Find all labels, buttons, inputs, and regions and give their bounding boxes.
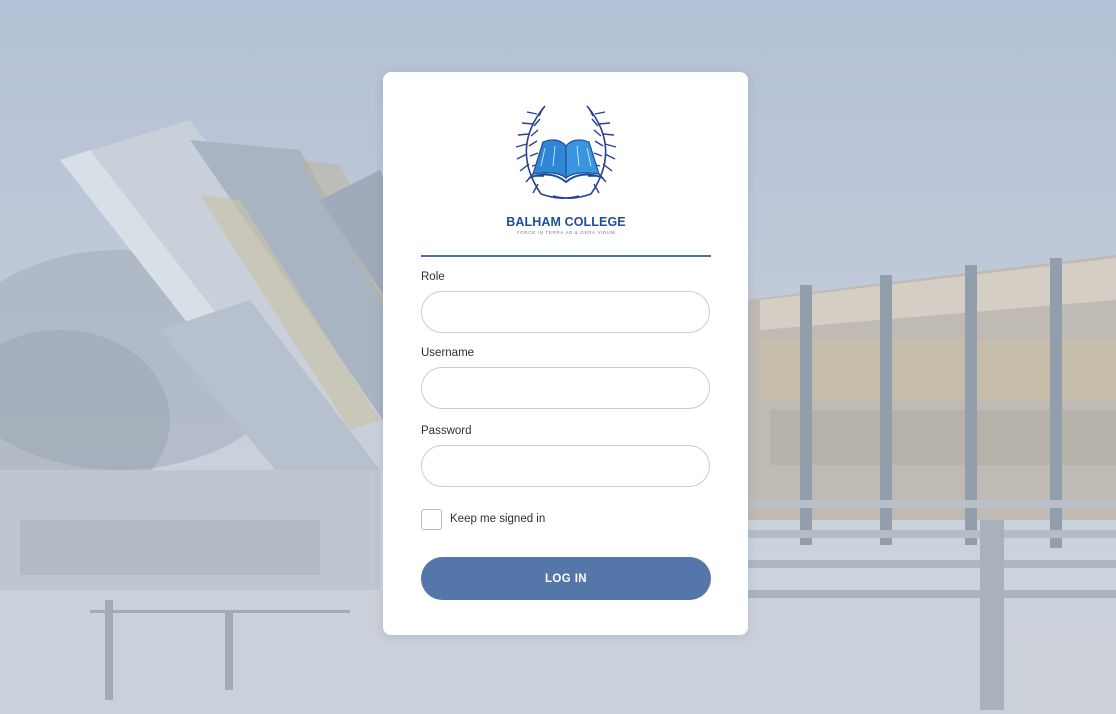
college-name: BALHAM COLLEGE (506, 215, 626, 229)
username-input[interactable] (421, 367, 710, 409)
login-button[interactable]: LOG IN (421, 557, 711, 600)
keep-signed-in-label[interactable]: Keep me signed in (450, 513, 545, 525)
username-label: Username (421, 347, 475, 359)
keep-signed-in-checkbox[interactable] (421, 509, 442, 530)
header-divider (421, 255, 711, 257)
college-logo: BALHAM COLLEGE FORCE IN TERRA AD & GERA … (503, 102, 629, 238)
book-laurel-emblem-icon (515, 105, 617, 199)
role-input[interactable] (421, 291, 710, 333)
password-label: Password (421, 425, 472, 437)
login-card: BALHAM COLLEGE FORCE IN TERRA AD & GERA … (383, 72, 748, 635)
college-motto: FORCE IN TERRA AD & GERA VIRUM (516, 230, 616, 235)
role-label: Role (421, 271, 445, 283)
password-input[interactable] (421, 445, 710, 487)
